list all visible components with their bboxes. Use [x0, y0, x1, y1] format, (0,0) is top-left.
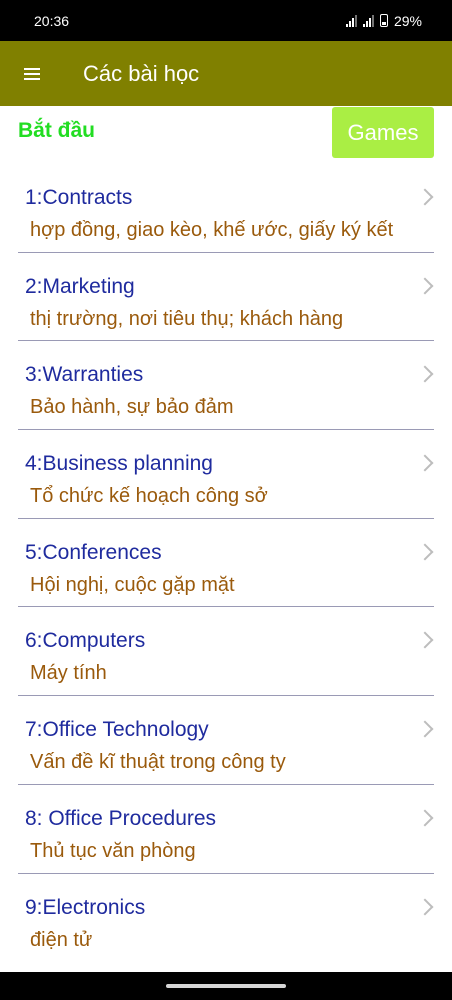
- chevron-right-icon: [416, 365, 434, 383]
- lesson-subtitle: Vấn đề kĩ thuật trong công ty: [30, 751, 286, 774]
- lesson-item-7[interactable]: 7:Office Technology Vấn đề kĩ thuật tron…: [0, 696, 452, 785]
- lesson-subtitle: Hội nghị, cuộc gặp mặt: [30, 573, 235, 596]
- lesson-subtitle: Thủ tục văn phòng: [30, 839, 196, 862]
- chevron-right-icon: [416, 454, 434, 472]
- chevron-right-icon: [416, 631, 434, 649]
- lesson-item-2[interactable]: 2:Marketing thị trường, nơi tiêu thụ; kh…: [0, 253, 452, 342]
- status-icons: 29%: [345, 12, 422, 29]
- lesson-title: 3:Warranties: [25, 363, 144, 387]
- lesson-title: 2:Marketing: [25, 274, 135, 298]
- lesson-subtitle: thị trường, nơi tiêu thụ; khách hàng: [30, 307, 344, 330]
- hamburger-menu-icon[interactable]: [24, 67, 40, 80]
- app-title: Các bài học: [83, 60, 200, 86]
- lesson-item-9[interactable]: 9:Electronics điện tử: [0, 874, 452, 963]
- chevron-right-icon: [416, 188, 434, 206]
- chevron-right-icon: [416, 898, 434, 915]
- chevron-right-icon: [416, 809, 434, 827]
- lesson-subtitle: Máy tính: [30, 662, 107, 685]
- lesson-subtitle: hợp đồng, giao kèo, khế ước, giấy ký kết: [30, 219, 394, 241]
- battery-icon: [379, 14, 388, 27]
- navigation-bar: [0, 972, 452, 1000]
- chevron-right-icon: [416, 720, 434, 738]
- signal-icon-2: [362, 14, 374, 27]
- lesson-item-5[interactable]: 5:Conferences Hội nghị, cuộc gặp mặt: [0, 519, 452, 608]
- lesson-list: 1:Contracts hợp đồng, giao kèo, khế ước,…: [0, 164, 452, 962]
- lesson-item-4[interactable]: 4:Business planning Tổ chức kế hoạch côn…: [0, 430, 452, 519]
- start-label: Bắt đầu: [18, 119, 96, 142]
- home-gesture-handle[interactable]: [166, 984, 286, 988]
- lesson-title: 9:Electronics: [25, 895, 146, 919]
- lesson-title: 4:Business planning: [25, 452, 213, 476]
- lesson-item-3[interactable]: 3:Warranties Bảo hành, sự bảo đảm: [0, 341, 452, 431]
- lesson-item-6[interactable]: 6:Computers Máy tính: [0, 607, 452, 697]
- lesson-title: 6:Computers: [25, 629, 146, 653]
- status-bar: 20:36 29%: [0, 0, 452, 41]
- lesson-subtitle: Bảo hành, sự bảo đảm: [30, 396, 234, 419]
- lesson-title: 7:Office Technology: [25, 718, 209, 742]
- lesson-title: 8: Office Procedures: [25, 806, 217, 830]
- lesson-title: 1:Contracts: [25, 186, 133, 209]
- lesson-item-8[interactable]: 8: Office Procedures Thủ tục văn phòng: [0, 785, 452, 874]
- chevron-right-icon: [416, 277, 434, 295]
- chevron-right-icon: [416, 543, 434, 561]
- games-button[interactable]: Games: [332, 107, 434, 158]
- app-bar: Các bài học: [0, 41, 452, 106]
- status-time: 20:36: [34, 12, 70, 29]
- lesson-item-1[interactable]: 1:Contracts hợp đồng, giao kèo, khế ước,…: [0, 164, 452, 253]
- lesson-subtitle: điện tử: [30, 928, 93, 951]
- battery-percent: 29%: [393, 12, 422, 29]
- lesson-subtitle: Tổ chức kế hoạch công sở: [30, 485, 268, 508]
- signal-icon: [345, 14, 357, 27]
- lesson-title: 5:Conferences: [25, 540, 162, 564]
